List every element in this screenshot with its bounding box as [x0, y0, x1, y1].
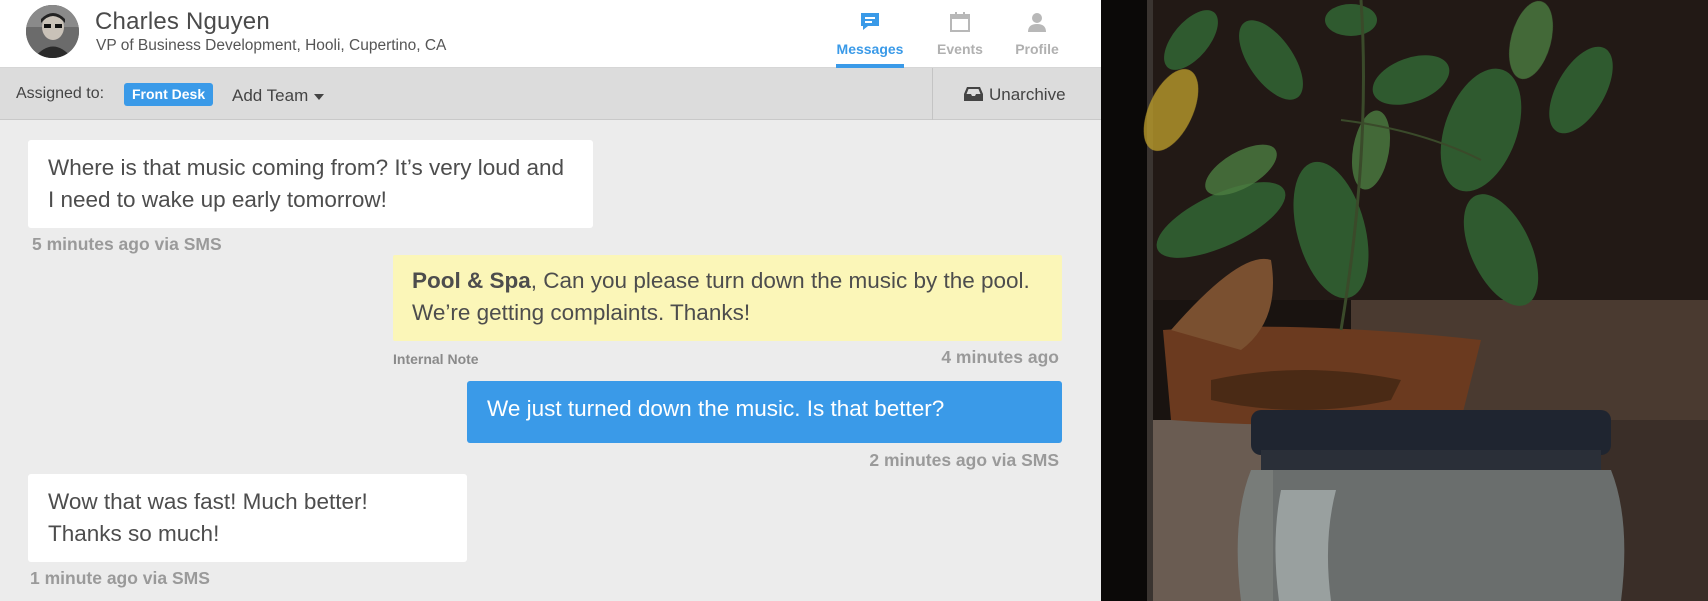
internal-note-label: Internal Note [393, 351, 479, 367]
assigned-to-label: Assigned to: [16, 85, 105, 102]
conversation-app: Charles Nguyen VP of Business Developmen… [0, 0, 1101, 601]
tab-profile[interactable]: Profile [997, 8, 1077, 68]
add-team-label: Add Team [232, 86, 309, 105]
caret-down-icon [314, 93, 325, 100]
contact-avatar[interactable] [26, 5, 79, 58]
message-incoming: Wow that was fast! Much better! Thanks s… [28, 474, 467, 562]
contact-name: Charles Nguyen [95, 8, 270, 35]
divider [932, 68, 933, 120]
tab-events-label: Events [937, 41, 983, 57]
team-badge-front-desk[interactable]: Front Desk [124, 83, 214, 106]
tab-events[interactable]: Events [920, 8, 1000, 68]
contact-header: Charles Nguyen VP of Business Developmen… [0, 0, 1101, 68]
unarchive-button[interactable]: Unarchive [964, 85, 1066, 105]
person-icon [1028, 13, 1046, 32]
unarchive-label: Unarchive [989, 85, 1066, 104]
team-mention[interactable]: Pool & Spa [412, 268, 531, 293]
message-timestamp: 1 minute ago via SMS [30, 568, 210, 588]
tab-messages-label: Messages [836, 41, 904, 57]
add-team-dropdown[interactable]: Add Team [232, 86, 325, 106]
message-timestamp: 5 minutes ago via SMS [32, 234, 222, 254]
calendar-icon [950, 12, 970, 32]
inbox-tray-icon [964, 87, 983, 101]
chat-bubble-icon [861, 13, 879, 30]
message-timestamp: 4 minutes ago [941, 347, 1059, 367]
background-photo [1101, 0, 1708, 601]
tab-messages[interactable]: Messages [830, 8, 910, 68]
message-incoming: Where is that music coming from? It’s ve… [28, 140, 593, 228]
plant-and-jar-image [1101, 0, 1708, 601]
message-timestamp: 2 minutes ago via SMS [869, 450, 1059, 470]
internal-note-message: Pool & Spa, Can you please turn down the… [393, 255, 1062, 341]
message-outgoing: We just turned down the music. Is that b… [467, 381, 1062, 443]
tab-profile-label: Profile [1015, 41, 1059, 57]
contact-title: VP of Business Development, Hooli, Cuper… [96, 37, 447, 54]
assignment-bar: Assigned to: Front Desk Add Team Unarchi… [0, 68, 1101, 120]
avatar-photo-icon [26, 5, 79, 58]
